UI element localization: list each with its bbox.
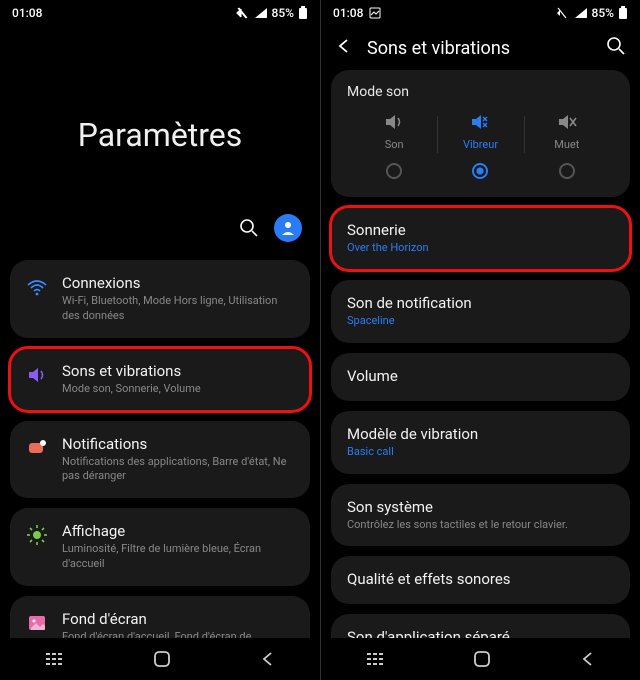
page-title: Paramètres <box>0 26 320 154</box>
back-icon[interactable] <box>335 37 353 59</box>
status-bar: 01:08 85% <box>0 0 320 26</box>
radio-checked[interactable] <box>472 163 488 179</box>
settings-item-sons[interactable]: Sons et vibrations Mode son, Sonnerie, V… <box>10 348 310 411</box>
item-title: Son système <box>347 498 614 516</box>
item-sub: Mode son, Sonnerie, Volume <box>62 382 294 397</box>
item-title: Son de notification <box>347 294 614 312</box>
item-sub: Luminosité, Filtre de lumière bleue, Écr… <box>62 542 294 572</box>
item-title: Son d'application séparé <box>347 628 614 638</box>
item-title: Volume <box>347 367 614 385</box>
item-sub: Contrôlez les sons tactiles et le retour… <box>347 518 614 533</box>
settings-item-affichage[interactable]: Affichage Luminosité, Filtre de lumière … <box>10 508 310 586</box>
mode-label: Vibreur <box>463 138 498 151</box>
status-icons: 85% <box>236 6 308 20</box>
mode-son[interactable]: Son <box>351 112 437 183</box>
mode-label: Muet <box>554 138 579 151</box>
search-icon[interactable] <box>606 36 626 60</box>
sound-settings-list: Mode son Son Vibreur Muet <box>321 70 640 638</box>
notification-icon <box>26 437 48 463</box>
status-battery: 85% <box>272 6 294 20</box>
item-title: Sons et vibrations <box>62 362 294 380</box>
status-bar: 01:08 85% <box>321 0 640 26</box>
settings-list: Connexions Wi-Fi, Bluetooth, Mode Hors l… <box>0 260 320 638</box>
mode-vibreur[interactable]: Vibreur <box>437 112 523 183</box>
profile-avatar[interactable] <box>274 214 302 242</box>
radio-unchecked[interactable] <box>386 163 402 179</box>
item-title: Fond d'écran <box>62 610 294 628</box>
media-icon <box>369 7 381 19</box>
item-sonnerie[interactable]: Sonnerie Over the Horizon <box>331 207 630 270</box>
phone-right: 01:08 85% Sons et vibrations Mode son So… <box>320 0 640 680</box>
item-son-systeme[interactable]: Son système Contrôlez les sons tactiles … <box>331 484 630 547</box>
brightness-icon <box>26 524 48 550</box>
item-title: Modèle de vibration <box>347 425 614 443</box>
volume-icon <box>26 364 48 390</box>
vibrate-icon <box>469 112 491 132</box>
mute-icon <box>556 112 578 132</box>
mode-muet[interactable]: Muet <box>524 112 610 183</box>
item-son-application[interactable]: Son d'application séparé Lisez le son de… <box>331 614 630 638</box>
nav-home-icon[interactable] <box>153 650 171 668</box>
nav-recent-icon[interactable] <box>44 651 64 667</box>
item-title: Notifications <box>62 435 294 453</box>
settings-item-notifications[interactable]: Notifications Notifications des applicat… <box>10 421 310 499</box>
status-battery: 85% <box>592 6 614 20</box>
status-icons: 85% <box>556 6 628 20</box>
mode-son-label: Mode son <box>347 84 614 100</box>
item-sub: Spaceline <box>347 314 614 329</box>
wallpaper-icon <box>26 612 48 638</box>
nav-back-icon[interactable] <box>260 651 276 667</box>
nav-home-icon[interactable] <box>473 650 491 668</box>
app-bar: Sons et vibrations <box>321 26 640 70</box>
item-sub: Wi-Fi, Bluetooth, Mode Hors ligne, Utili… <box>62 294 294 324</box>
item-son-notification[interactable]: Son de notification Spaceline <box>331 280 630 343</box>
item-sub: Fond d'écran d'accueil, Fond d'écran de … <box>62 630 294 638</box>
wifi-icon <box>26 276 48 302</box>
item-title: Connexions <box>62 274 294 292</box>
item-volume[interactable]: Volume <box>331 353 630 401</box>
settings-item-fond-ecran[interactable]: Fond d'écran Fond d'écran d'accueil, Fon… <box>10 596 310 638</box>
item-sub: Basic call <box>347 445 614 460</box>
item-sub: Notifications des applications, Barre d'… <box>62 455 294 485</box>
phone-left: 01:08 85% Paramètres Connexions Wi-Fi, B… <box>0 0 320 680</box>
nav-back-icon[interactable] <box>580 651 596 667</box>
mode-son-card: Mode son Son Vibreur Muet <box>331 70 630 197</box>
settings-item-connexions[interactable]: Connexions Wi-Fi, Bluetooth, Mode Hors l… <box>10 260 310 338</box>
radio-unchecked[interactable] <box>559 163 575 179</box>
mode-label: Son <box>385 138 404 151</box>
sound-icon <box>383 112 405 132</box>
appbar-title: Sons et vibrations <box>367 38 592 59</box>
nav-recent-icon[interactable] <box>365 651 385 667</box>
item-title: Affichage <box>62 522 294 540</box>
nav-bar <box>321 638 640 680</box>
item-sub: Over the Horizon <box>347 241 614 256</box>
status-time: 01:08 <box>333 6 363 20</box>
search-icon[interactable] <box>238 217 260 239</box>
item-qualite-effets[interactable]: Qualité et effets sonores <box>331 556 630 604</box>
item-title: Qualité et effets sonores <box>347 570 614 588</box>
item-title: Sonnerie <box>347 221 614 239</box>
item-modele-vibration[interactable]: Modèle de vibration Basic call <box>331 411 630 474</box>
status-time: 01:08 <box>12 6 42 20</box>
nav-bar <box>0 638 320 680</box>
